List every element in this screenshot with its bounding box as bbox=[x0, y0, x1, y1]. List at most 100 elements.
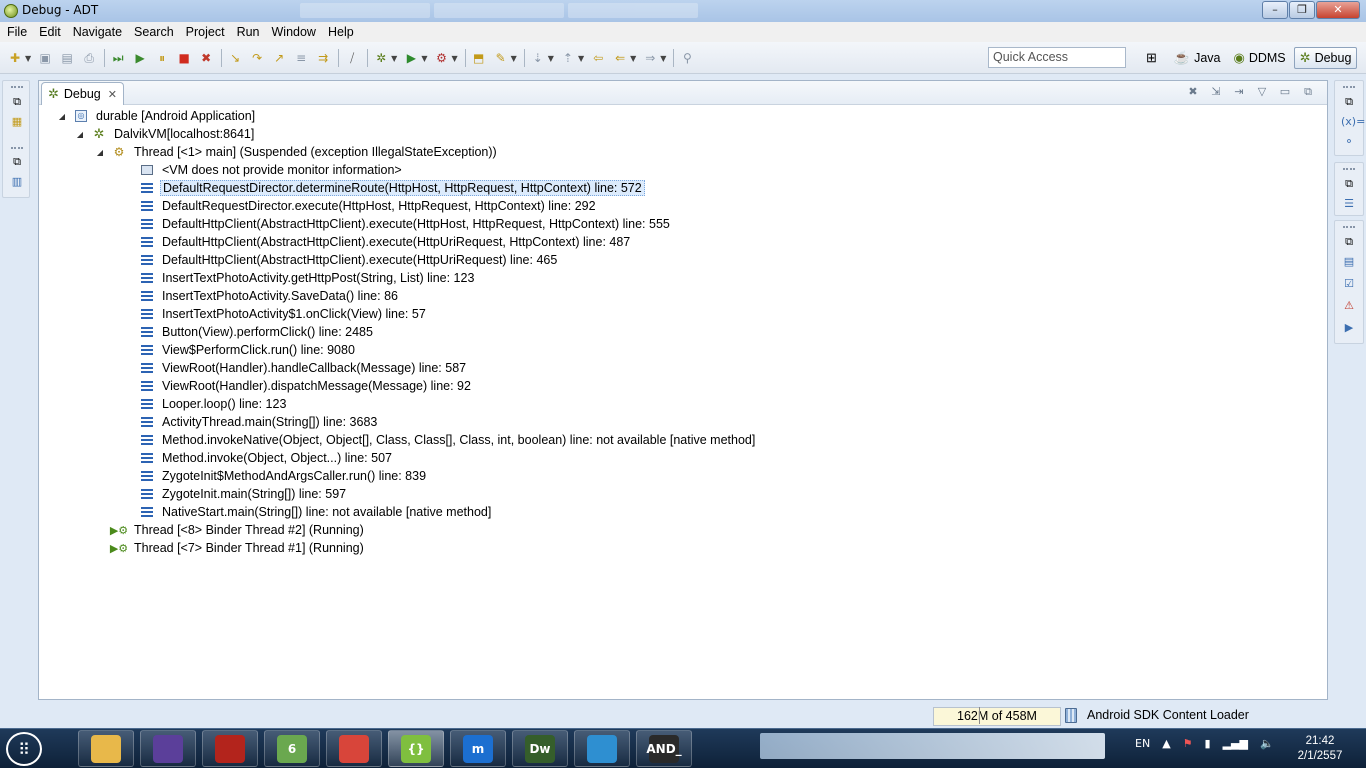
back-dropdown-icon[interactable]: ▼ bbox=[630, 54, 636, 63]
restore-icon[interactable]: ⧉ bbox=[9, 95, 25, 109]
tree-row[interactable]: NativeStart.main(String[]) line: not ava… bbox=[123, 503, 493, 521]
taskbar-app-eclipse[interactable] bbox=[140, 730, 196, 767]
console-icon[interactable]: ▦ bbox=[9, 115, 25, 129]
action-center-icon[interactable]: ⚑ bbox=[1183, 737, 1193, 750]
last-edit-icon[interactable]: ⇦ bbox=[589, 49, 607, 67]
maximize-button[interactable]: ❐ bbox=[1289, 1, 1315, 19]
taskbar-app-green-app[interactable]: 6 bbox=[264, 730, 320, 767]
maximize-view-icon[interactable]: ⧉ bbox=[1299, 84, 1317, 100]
skip-all-icon[interactable]: ⧸ bbox=[343, 49, 361, 67]
search-icon[interactable]: ✎ bbox=[492, 49, 510, 67]
tree-row[interactable]: ◢ ✲ DalvikVM[localhost:8641] bbox=[75, 125, 256, 143]
close-button[interactable]: ✕ bbox=[1316, 1, 1360, 19]
restore-icon-5[interactable]: ⧉ bbox=[1341, 235, 1357, 249]
menu-window[interactable]: Window bbox=[266, 25, 322, 39]
forward-icon[interactable]: ⇒ bbox=[641, 49, 659, 67]
problems-icon[interactable]: ⚠ bbox=[1341, 299, 1357, 313]
view-menu-icon[interactable]: ▽ bbox=[1253, 84, 1271, 100]
tree-row[interactable]: Method.invokeNative(Object, Object[], Cl… bbox=[123, 431, 757, 449]
forward-dropdown-icon[interactable]: ▼ bbox=[660, 54, 666, 63]
menu-search[interactable]: Search bbox=[128, 25, 180, 39]
volume-icon[interactable]: 🔈 bbox=[1260, 737, 1274, 750]
restore-icon-4[interactable]: ⧉ bbox=[1341, 177, 1357, 191]
step-into-icon[interactable]: ↘ bbox=[226, 49, 244, 67]
step-over-icon[interactable]: ↷ bbox=[248, 49, 266, 67]
debug-dropdown-icon[interactable]: ▼ bbox=[391, 54, 397, 63]
open-perspective-button[interactable]: ⊞ bbox=[1141, 47, 1166, 69]
menu-project[interactable]: Project bbox=[180, 25, 231, 39]
save-all-icon[interactable]: ▤ bbox=[58, 49, 76, 67]
new-icon[interactable]: ✚ bbox=[6, 49, 24, 67]
expand-toggle-icon[interactable]: ◢ bbox=[95, 148, 105, 157]
pin-editor-icon[interactable]: ⚲ bbox=[678, 49, 696, 67]
tab-debug[interactable]: ✲ Debug ✕ bbox=[41, 82, 124, 105]
quick-access-input[interactable]: Quick Access bbox=[988, 47, 1126, 68]
next-annotation-icon[interactable]: ⇣ bbox=[529, 49, 547, 67]
tree-row[interactable]: ViewRoot(Handler).dispatchMessage(Messag… bbox=[123, 377, 473, 395]
resume-icon[interactable]: ▶ bbox=[131, 49, 149, 67]
back-icon[interactable]: ⇐ bbox=[611, 49, 629, 67]
variables-icon[interactable]: (x)= bbox=[1341, 115, 1365, 129]
menu-run[interactable]: Run bbox=[231, 25, 266, 39]
taskbar-app-brackets[interactable]: {} bbox=[388, 730, 444, 767]
tree-row[interactable]: DefaultHttpClient(AbstractHttpClient).ex… bbox=[123, 251, 559, 269]
tree-row[interactable]: DefaultRequestDirector.determineRoute(Ht… bbox=[123, 179, 645, 197]
minimize-view-icon[interactable]: ▭ bbox=[1276, 84, 1294, 100]
tree-row[interactable]: ▶⚙ Thread [<8> Binder Thread #2] (Running… bbox=[95, 521, 366, 539]
open-type-icon[interactable]: ⬒ bbox=[470, 49, 488, 67]
restore-icon-3[interactable]: ⧉ bbox=[1341, 95, 1357, 109]
remove-terminated-icon[interactable]: ✖ bbox=[1184, 84, 1202, 100]
device-icon[interactable]: ▮ bbox=[1205, 737, 1211, 750]
tasks-icon[interactable]: ☑ bbox=[1341, 277, 1357, 291]
step-filter-icon[interactable]: ⇥ bbox=[1230, 84, 1248, 100]
tree-row[interactable]: <VM does not provide monitor information… bbox=[123, 161, 404, 179]
expand-toggle-icon[interactable]: ◢ bbox=[75, 130, 85, 139]
tree-row[interactable]: Button(View).performClick() line: 2485 bbox=[123, 323, 375, 341]
tree-row[interactable]: ActivityThread.main(String[]) line: 3683 bbox=[123, 413, 379, 431]
tree-row[interactable]: ▶⚙ Thread [<7> Binder Thread #1] (Running… bbox=[95, 539, 366, 557]
tree-row[interactable]: ◢ ◎ durable [Android Application] bbox=[57, 107, 257, 125]
taskbar-app-maxthon[interactable]: m bbox=[450, 730, 506, 767]
external-tools-dropdown-icon[interactable]: ▼ bbox=[451, 54, 457, 63]
suspend-icon[interactable]: ⏸ bbox=[153, 49, 171, 67]
prev-annotation-icon[interactable]: ⇡ bbox=[559, 49, 577, 67]
tree-row[interactable]: InsertTextPhotoActivity.getHttpPost(Stri… bbox=[123, 269, 476, 287]
start-button[interactable]: ⠿ bbox=[6, 732, 42, 766]
step-return-icon[interactable]: ↗ bbox=[270, 49, 288, 67]
tree-row[interactable]: Method.invoke(Object, Object...) line: 5… bbox=[123, 449, 394, 467]
tree-row[interactable]: ◢ ⚙ Thread [<1> main] (Suspended (exceptio… bbox=[95, 143, 499, 161]
tree-row[interactable]: DefaultHttpClient(AbstractHttpClient).ex… bbox=[123, 233, 632, 251]
taskbar-app-red-app[interactable] bbox=[202, 730, 258, 767]
language-indicator[interactable]: EN bbox=[1135, 737, 1150, 750]
taskbar-app-file-explorer[interactable] bbox=[78, 730, 134, 767]
console-view-icon[interactable]: ▤ bbox=[1341, 255, 1357, 269]
menu-file[interactable]: File bbox=[0, 25, 33, 39]
prev-annotation-dropdown-icon[interactable]: ▼ bbox=[578, 54, 584, 63]
minimize-button[interactable]: – bbox=[1262, 1, 1288, 19]
new-dropdown-icon[interactable]: ▼ bbox=[25, 54, 31, 63]
disconnect-icon[interactable]: ✖ bbox=[197, 49, 215, 67]
taskbar-app-android[interactable]: AND_ bbox=[636, 730, 692, 767]
save-icon[interactable]: ▣ bbox=[36, 49, 54, 67]
garbage-collect-icon[interactable] bbox=[1065, 708, 1077, 723]
expand-toggle-icon[interactable]: ◢ bbox=[57, 112, 67, 121]
print-icon[interactable]: ⎙ bbox=[80, 49, 98, 67]
perspective-java[interactable]: ☕ Java bbox=[1169, 47, 1226, 69]
next-annotation-dropdown-icon[interactable]: ▼ bbox=[548, 54, 554, 63]
collapse-icon[interactable]: ⇲ bbox=[1207, 84, 1225, 100]
external-tools-icon[interactable]: ⚙ bbox=[432, 49, 450, 67]
outline-view-icon[interactable]: ☰ bbox=[1341, 197, 1357, 211]
clock[interactable]: 21:42 2/1/2557 bbox=[1292, 734, 1348, 764]
perspective-ddms[interactable]: ◉ DDMS bbox=[1229, 47, 1291, 69]
use-step-filters-icon[interactable]: ⇉ bbox=[314, 49, 332, 67]
tree-row[interactable]: Looper.loop() line: 123 bbox=[123, 395, 288, 413]
taskbar-app-messenger[interactable] bbox=[574, 730, 630, 767]
tree-row[interactable]: DefaultHttpClient(AbstractHttpClient).ex… bbox=[123, 215, 672, 233]
tree-row[interactable]: InsertTextPhotoActivity.SaveData() line:… bbox=[123, 287, 400, 305]
tree-row[interactable]: ViewRoot(Handler).handleCallback(Message… bbox=[123, 359, 468, 377]
network-icon[interactable]: ▂▄▆ bbox=[1223, 737, 1248, 750]
tree-row[interactable]: ZygoteInit.main(String[]) line: 597 bbox=[123, 485, 348, 503]
tree-row[interactable]: View$PerformClick.run() line: 9080 bbox=[123, 341, 357, 359]
show-hidden-icons-icon[interactable]: ▲ bbox=[1162, 737, 1170, 750]
search-dropdown-icon[interactable]: ▼ bbox=[511, 54, 517, 63]
